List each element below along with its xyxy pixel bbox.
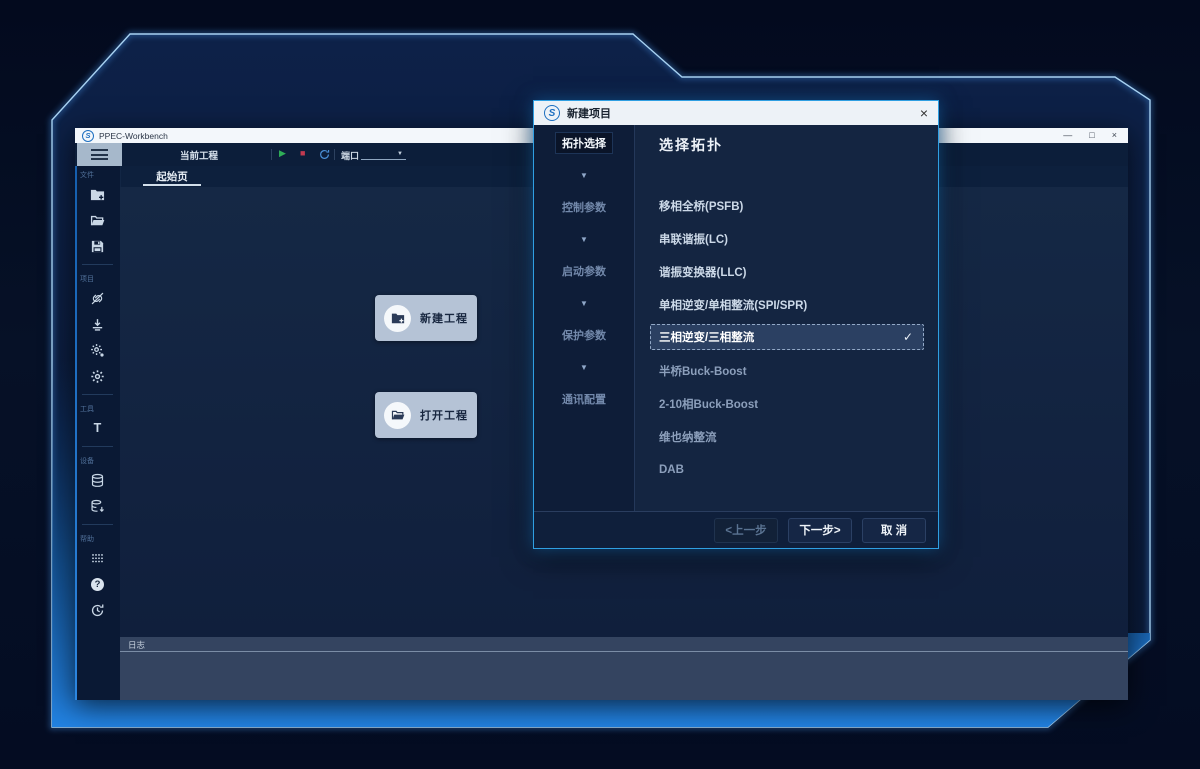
- run-button[interactable]: ▶: [279, 148, 286, 159]
- sidebar-item-open-project[interactable]: [75, 207, 120, 233]
- topology-option[interactable]: 单相逆变/单相整流(SPI/SPR): [635, 288, 938, 321]
- wizard-step-3[interactable]: 启动参数: [562, 255, 606, 287]
- sidebar-item-save-project[interactable]: [75, 233, 120, 259]
- topology-option[interactable]: 2-10相Buck-Boost: [635, 387, 938, 420]
- sidebar-item-history[interactable]: [75, 597, 120, 623]
- wizard-step-2[interactable]: 控制参数: [562, 191, 606, 223]
- toolbar-divider: [334, 149, 335, 160]
- step-arrow-icon: ▼: [580, 159, 588, 191]
- dialog-close-icon[interactable]: ×: [920, 101, 928, 125]
- sidebar-section-label: 帮助: [75, 530, 94, 545]
- chevron-down-icon[interactable]: ▼: [397, 151, 403, 157]
- sidebar-divider: [82, 264, 113, 265]
- sidebar-divider: [82, 446, 113, 447]
- new-project-button[interactable]: 新建工程: [375, 295, 477, 341]
- cancel-button[interactable]: 取 消: [862, 518, 926, 543]
- open-project-button-label: 打开工程: [420, 407, 468, 423]
- topology-option[interactable]: 半桥Buck-Boost: [635, 354, 938, 387]
- topology-label: 移相全桥(PSFB): [659, 198, 743, 214]
- sidebar-item-new-project[interactable]: [75, 181, 120, 207]
- port-label: 端口: [341, 149, 359, 162]
- sidebar-section-label: 文件: [75, 166, 94, 181]
- refresh-icon[interactable]: [318, 148, 331, 161]
- topology-option[interactable]: 串联谐振(LC): [635, 222, 938, 255]
- current-project-label: 当前工程: [180, 148, 218, 162]
- dialog-logo-icon: S: [544, 105, 560, 121]
- sidebar-divider: [82, 524, 113, 525]
- wizard-steps: 拓扑选择▼控制参数▼启动参数▼保护参数▼通讯配置: [534, 125, 635, 512]
- wizard-step-1[interactable]: 拓扑选择: [555, 127, 613, 159]
- sidebar-item-help[interactable]: ?: [75, 571, 120, 597]
- new-project-button-label: 新建工程: [420, 310, 468, 326]
- sidebar-section-label: 设备: [75, 452, 94, 467]
- port-select[interactable]: [361, 159, 406, 160]
- sidebar-item-apps[interactable]: [75, 545, 120, 571]
- topology-label: 维也纳整流: [659, 429, 717, 445]
- topology-option-selected[interactable]: 三相逆变/三相整流 ✓: [650, 324, 924, 350]
- app-logo-icon: S: [82, 130, 94, 142]
- topology-label: 2-10相Buck-Boost: [659, 396, 758, 412]
- maximize-button[interactable]: □: [1089, 128, 1094, 143]
- sidebar-item-download[interactable]: [75, 311, 120, 337]
- step-arrow-icon: ▼: [580, 351, 588, 383]
- topology-label: 半桥Buck-Boost: [659, 363, 747, 379]
- log-panel-label: 日志: [128, 639, 145, 651]
- text-icon: T: [94, 421, 102, 435]
- topology-option[interactable]: 维也纳整流: [635, 420, 938, 453]
- dialog-body: 拓扑选择▼控制参数▼启动参数▼保护参数▼通讯配置 选择拓扑 移相全桥(PSFB)…: [534, 125, 938, 512]
- prev-step-button: <上一步: [714, 518, 778, 543]
- next-step-button[interactable]: 下一步>: [788, 518, 852, 543]
- topology-label: 谐振变换器(LLC): [659, 264, 747, 280]
- sidebar-item-text-tool[interactable]: T: [75, 415, 120, 441]
- topology-pane: 选择拓扑 移相全桥(PSFB) 串联谐振(LC) 谐振变换器(LLC) 单相逆变/单相…: [635, 125, 938, 512]
- window-title: PPEC-Workbench: [99, 131, 168, 141]
- sidebar: 文件项目工具T 设备帮助?: [75, 166, 121, 700]
- sidebar-item-device-data[interactable]: [75, 467, 120, 493]
- open-project-folder-icon: [384, 402, 411, 429]
- topology-pane-title: 选择拓扑: [659, 135, 723, 155]
- screen: S PPEC-Workbench — □ × 当前工程 ▶ ■ 端口 ▼ 起始页 文…: [0, 0, 1200, 769]
- topology-label: DAB: [659, 464, 684, 476]
- sidebar-item-build-config[interactable]: [75, 337, 120, 363]
- topology-label: 串联谐振(LC): [659, 231, 728, 247]
- wizard-step-4[interactable]: 保护参数: [562, 319, 606, 351]
- dialog-footer: <上一步下一步> 取 消: [534, 511, 938, 548]
- tab-start-page[interactable]: 起始页: [140, 166, 204, 187]
- topology-option[interactable]: 移相全桥(PSFB): [635, 189, 938, 222]
- log-panel: 日志: [120, 637, 1128, 700]
- dialog-title: 新建项目: [567, 105, 611, 121]
- sidebar-item-disconnect[interactable]: [75, 285, 120, 311]
- wizard-step-5[interactable]: 通讯配置: [562, 383, 606, 415]
- new-project-folder-icon: [384, 305, 411, 332]
- window-controls: — □ ×: [1063, 128, 1121, 143]
- checkmark-icon: ✓: [903, 330, 913, 344]
- log-panel-divider: [120, 651, 1128, 652]
- sidebar-divider: [82, 394, 113, 395]
- sidebar-item-settings[interactable]: [75, 363, 120, 389]
- topology-option[interactable]: DAB: [635, 453, 938, 486]
- step-arrow-icon: ▼: [580, 287, 588, 319]
- topology-label: 单相逆变/单相整流(SPI/SPR): [659, 297, 807, 313]
- topology-list: 移相全桥(PSFB) 串联谐振(LC) 谐振变换器(LLC) 单相逆变/单相整流(SP…: [635, 189, 938, 486]
- dialog-titlebar: S 新建项目 ×: [534, 101, 938, 125]
- stop-button[interactable]: ■: [300, 148, 305, 158]
- step-arrow-icon: ▼: [580, 223, 588, 255]
- close-button[interactable]: ×: [1112, 128, 1117, 143]
- new-project-dialog: S 新建项目 × 拓扑选择▼控制参数▼启动参数▼保护参数▼通讯配置 选择拓扑 移…: [533, 100, 939, 549]
- menu-button[interactable]: [77, 143, 122, 166]
- open-project-button[interactable]: 打开工程: [375, 392, 477, 438]
- sidebar-section-label: 工具: [75, 400, 94, 415]
- sidebar-item-device-sync[interactable]: [75, 493, 120, 519]
- topology-label: 三相逆变/三相整流: [659, 329, 754, 345]
- topology-option[interactable]: 谐振变换器(LLC): [635, 255, 938, 288]
- minimize-button[interactable]: —: [1063, 128, 1072, 143]
- sidebar-section-label: 项目: [75, 270, 94, 285]
- toolbar-divider: [271, 149, 272, 160]
- topology-option[interactable]: 三相逆变/三相整流 ✓: [635, 321, 938, 354]
